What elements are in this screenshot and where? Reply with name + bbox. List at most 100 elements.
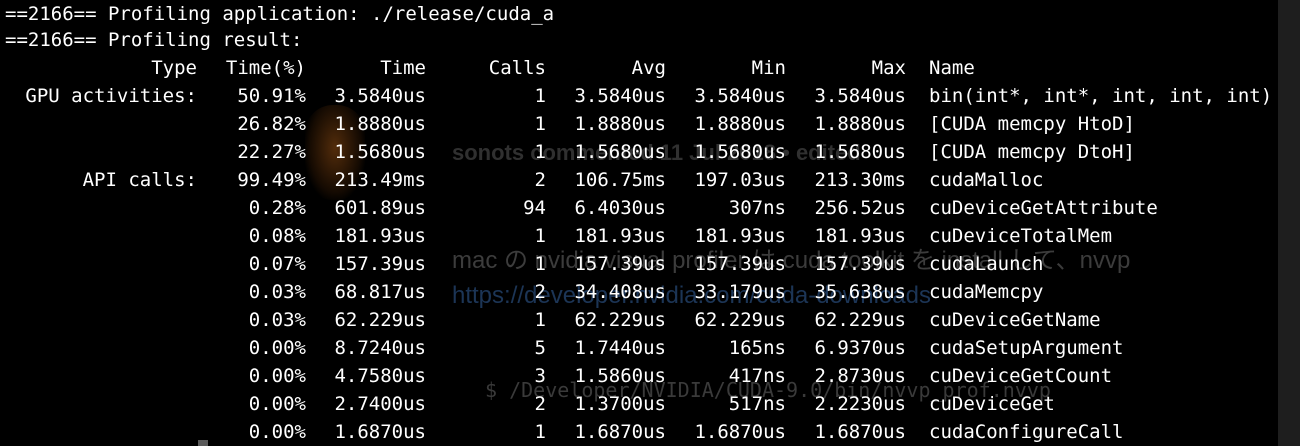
table-row: 0.00% 4.7580us 3 1.5860us 417ns 2.8730us cuDev… <box>0 362 1300 390</box>
row-avg: 6.4030us <box>574 197 666 219</box>
header-type: Type <box>151 57 197 79</box>
row-max: 3.5840us <box>814 85 906 107</box>
row-min: 1.6870us <box>694 421 786 443</box>
row-min: 1.8880us <box>694 113 786 135</box>
row-type <box>0 110 197 138</box>
row-time: 1.8880us <box>334 113 426 135</box>
row-min: 1.5680us <box>694 141 786 163</box>
row-avg: 1.7440us <box>574 337 666 359</box>
row-max: 2.2230us <box>814 393 906 415</box>
profiling-result-line: ==2166== Profiling result: <box>5 29 303 51</box>
row-time-pct: 0.00% <box>248 393 306 415</box>
row-time-pct: 0.03% <box>248 281 306 303</box>
row-name: cuDeviceGetCount <box>929 365 1113 387</box>
header-max: Max <box>871 57 906 79</box>
header-calls: Calls <box>488 57 546 79</box>
row-time-pct: 0.00% <box>248 365 306 387</box>
row-max: 181.93us <box>814 225 906 247</box>
row-name: cudaMalloc <box>929 169 1044 191</box>
row-time: 2.7400us <box>334 393 426 415</box>
row-time-pct: 0.00% <box>248 337 306 359</box>
row-name: cuDeviceTotalMem <box>929 225 1113 247</box>
row-min: 165ns <box>728 337 786 359</box>
table-row: 22.27% 1.5680us 1 1.5680us 1.5680us 1.5680us [… <box>0 138 1300 166</box>
row-time-pct: 26.82% <box>237 113 306 135</box>
table-row: 0.28% 601.89us 94 6.4030us 307ns 256.52us cuDe… <box>0 194 1300 222</box>
row-avg: 1.8880us <box>574 113 666 135</box>
row-time: 4.7580us <box>334 365 426 387</box>
row-calls: 1 <box>534 225 546 247</box>
row-max: 1.5680us <box>814 141 906 163</box>
row-name: cudaMemcpy <box>929 281 1044 303</box>
row-time-pct: 0.28% <box>248 197 306 219</box>
row-time: 8.7240us <box>334 337 426 359</box>
table-header: Type Time(%) Time Calls Avg Min Max Name <box>0 54 1300 82</box>
row-max: 1.8880us <box>814 113 906 135</box>
row-min: 517ns <box>728 393 786 415</box>
row-time: 3.5840us <box>334 85 426 107</box>
row-time-pct: 0.08% <box>248 225 306 247</box>
row-min: 197.03us <box>694 169 786 191</box>
row-time: 1.6870us <box>334 421 426 443</box>
row-name: cuDeviceGetAttribute <box>929 197 1158 219</box>
row-min: 157.39us <box>694 253 786 275</box>
row-max: 2.8730us <box>814 365 906 387</box>
row-type: API calls: <box>82 169 197 191</box>
row-avg: 181.93us <box>574 225 666 247</box>
header-avg: Avg <box>631 57 666 79</box>
row-type <box>0 390 197 418</box>
header-name: Name <box>929 57 975 79</box>
header-time: Time <box>380 57 426 79</box>
table-row: API calls: 99.49% 213.49ms 2 106.75ms 197.03u… <box>0 166 1300 194</box>
row-type <box>0 222 197 250</box>
table-row: 0.00% 8.7240us 5 1.7440us 165ns 6.9370us cudaS… <box>0 334 1300 362</box>
row-calls: 2 <box>534 281 546 303</box>
row-calls: 94 <box>523 197 546 219</box>
row-time: 1.5680us <box>334 141 426 163</box>
row-name: [CUDA memcpy HtoD] <box>929 113 1135 135</box>
row-calls: 1 <box>534 309 546 331</box>
row-max: 6.9370us <box>814 337 906 359</box>
row-avg: 34.408us <box>574 281 666 303</box>
row-calls: 1 <box>534 141 546 163</box>
row-avg: 1.5680us <box>574 141 666 163</box>
table-row: 0.00% 1.6870us 1 1.6870us 1.6870us 1.6870us cu… <box>0 418 1300 446</box>
row-name: cuDeviceGet <box>929 393 1055 415</box>
table-row: 26.82% 1.8880us 1 1.8880us 1.8880us 1.8880us [… <box>0 110 1300 138</box>
row-max: 35.638us <box>814 281 906 303</box>
header-time-pct: Time(%) <box>225 57 306 79</box>
row-max: 213.30ms <box>814 169 906 191</box>
row-calls: 2 <box>534 169 546 191</box>
row-time-pct: 0.07% <box>248 253 306 275</box>
row-avg: 1.5860us <box>574 365 666 387</box>
row-type <box>0 250 197 278</box>
row-min: 62.229us <box>694 309 786 331</box>
row-time: 181.93us <box>334 225 426 247</box>
row-calls: 3 <box>534 365 546 387</box>
row-time: 601.89us <box>334 197 426 219</box>
row-type <box>0 306 197 334</box>
row-calls: 2 <box>534 393 546 415</box>
row-avg: 3.5840us <box>574 85 666 107</box>
row-avg: 1.3700us <box>574 393 666 415</box>
row-time-pct: 99.49% <box>237 169 306 191</box>
row-calls: 5 <box>534 337 546 359</box>
row-time: 157.39us <box>334 253 426 275</box>
row-type <box>0 418 197 446</box>
row-type <box>0 194 197 222</box>
row-time: 68.817us <box>334 281 426 303</box>
row-name: [CUDA memcpy DtoH] <box>929 141 1135 163</box>
row-time-pct: 0.00% <box>248 421 306 443</box>
row-min: 181.93us <box>694 225 786 247</box>
table-row: GPU activities: 50.91% 3.5840us 1 3.5840us 3.… <box>0 82 1300 110</box>
row-name: cuDeviceGetName <box>929 309 1101 331</box>
row-time-pct: 50.91% <box>237 85 306 107</box>
row-calls: 1 <box>534 113 546 135</box>
row-max: 157.39us <box>814 253 906 275</box>
row-type: GPU activities: <box>25 85 197 107</box>
table-row: 0.03% 68.817us 2 34.408us 33.179us 35.638us cu… <box>0 278 1300 306</box>
header-min: Min <box>751 57 786 79</box>
row-min: 417ns <box>728 365 786 387</box>
row-type <box>0 362 197 390</box>
row-time: 213.49ms <box>334 169 426 191</box>
